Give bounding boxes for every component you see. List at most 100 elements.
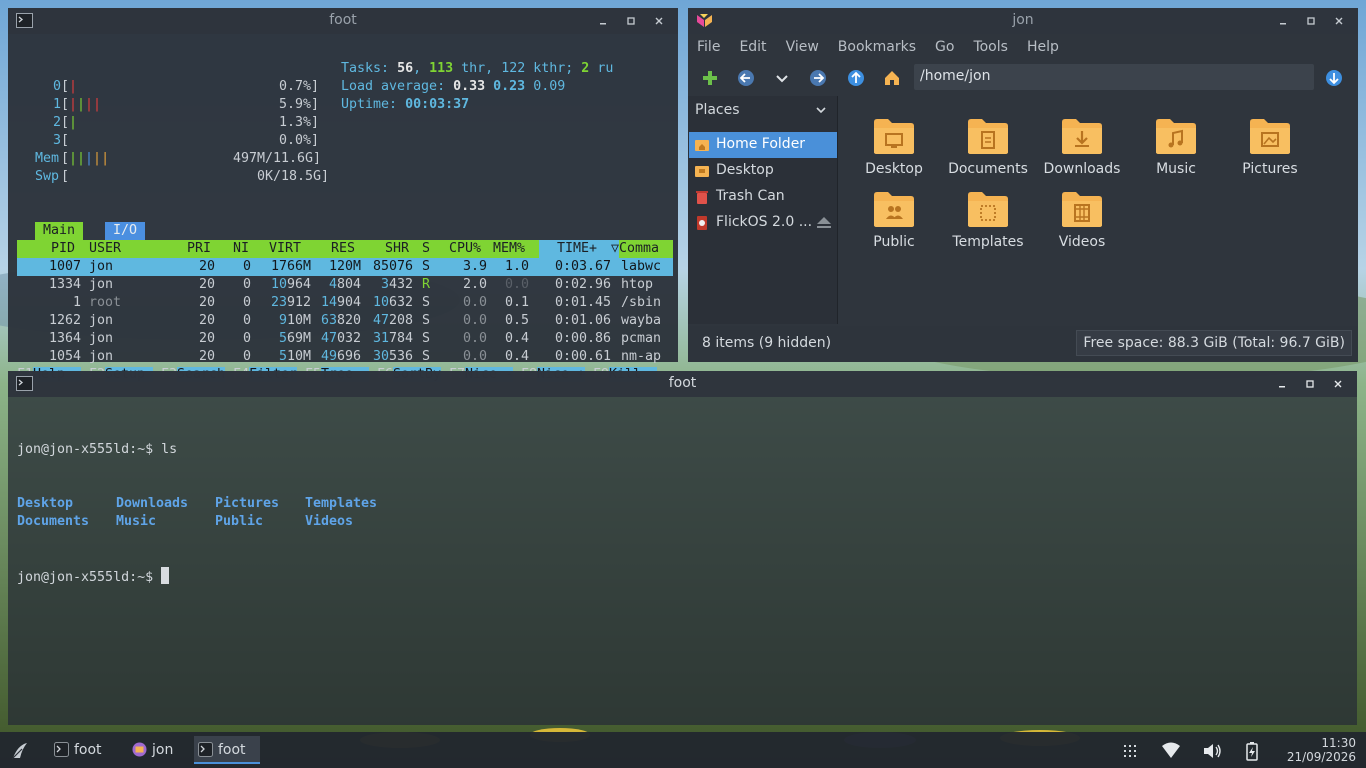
meter-bar: | (77, 151, 86, 166)
forward-button[interactable] (808, 68, 828, 88)
folder-public[interactable]: Public (847, 189, 941, 259)
close-button[interactable] (1328, 11, 1350, 31)
maximize-button[interactable] (620, 11, 642, 31)
col-cpu[interactable]: CPU% (449, 240, 481, 258)
col-mem[interactable]: MEM% (493, 240, 525, 258)
kthreads: 122 kthr; (501, 61, 574, 76)
taskbar-item-foot-1[interactable]: foot (50, 736, 116, 764)
sidebar-item-home[interactable]: Home Folder (689, 132, 837, 158)
col-state[interactable]: S (422, 240, 430, 258)
eject-icon[interactable] (815, 215, 833, 231)
minimize-button[interactable] (592, 11, 614, 31)
terminal-content[interactable]: jon@jon-x555ld:~$ ls Desktop Downloads Pic… (17, 405, 377, 621)
minimize-icon (600, 23, 606, 25)
folder-desktop[interactable]: Desktop (847, 116, 941, 186)
terminal-window[interactable]: foot jon@jon-x555ld:~$ ls Desktop Downloa… (8, 371, 1357, 725)
menu-view[interactable]: View (786, 39, 819, 60)
cpu-bars: | (69, 78, 77, 96)
minimize-button[interactable] (1272, 11, 1294, 31)
app-launcher-icon[interactable] (10, 741, 30, 761)
input-line[interactable]: jon@jon-x555ld:~$ (17, 567, 177, 585)
threads-count: 113 (429, 61, 454, 76)
menu-tools[interactable]: Tools (973, 39, 1008, 60)
col-time[interactable]: TIME+ (539, 240, 619, 258)
process-table-header[interactable]: PID USER PRI NI VIRT RES SHR S CPU% MEM%… (17, 240, 673, 258)
window-titlebar[interactable]: foot (8, 8, 678, 34)
pictures-folder-icon (1250, 119, 1290, 154)
parent-folder-button[interactable] (846, 68, 866, 88)
taskbar-item-jon[interactable]: jon (128, 736, 184, 764)
clock[interactable]: 11:30 21/09/2026 (1287, 736, 1356, 764)
process-row[interactable]: 1262 jon 20 0 910M 63820 47208 S 0.0 0.5 0:01.06 wa… (17, 312, 673, 330)
window-titlebar[interactable]: foot (8, 371, 1357, 397)
sidebar-item-trash[interactable]: Trash Can (689, 184, 837, 210)
app-grid-icon[interactable] (1120, 741, 1140, 761)
close-icon (1335, 17, 1343, 25)
maximize-icon (1307, 17, 1315, 25)
chevron-down-icon[interactable] (815, 104, 827, 116)
close-button[interactable] (1327, 374, 1349, 394)
folder-music[interactable]: Music (1129, 116, 1223, 186)
menu-file[interactable]: File (697, 39, 720, 60)
menu-bookmarks[interactable]: Bookmarks (838, 39, 916, 60)
process-row[interactable]: 1 root 20 0 23912 14904 10632 S 0.0 0.1 0:01.45/sb… (17, 294, 673, 312)
location-bar[interactable]: /home/jon (914, 64, 1314, 90)
col-command[interactable]: ▽Comma (611, 240, 659, 258)
folder-videos[interactable]: Videos (1035, 189, 1129, 259)
process-row[interactable]: 1364 jon 20 0 569M 47032 31784 S 0.0 0.4 0:00.86 pc… (17, 330, 673, 348)
htop-content[interactable]: 0[| 0.7%] 1[|||| 5.9%] 2[| 1.3%] 3[0.0%] Me… (17, 42, 673, 382)
home-button[interactable] (882, 68, 902, 88)
back-button[interactable] (736, 68, 756, 88)
volume-icon[interactable] (1202, 741, 1222, 761)
cell-pid: 1054 (48, 349, 81, 364)
ls-entry: Desktop (17, 496, 74, 511)
cell-pid: 1 (72, 295, 81, 310)
cell-shr: 30536 (372, 349, 413, 364)
col-res[interactable]: RES (331, 240, 355, 258)
file-manager-window[interactable]: jon File Edit View Bookmarks Go Tools He… (688, 8, 1358, 362)
col-user[interactable]: USER (89, 240, 121, 258)
sidebar-item-desktop[interactable]: Desktop (689, 158, 837, 184)
templates-folder-icon (968, 192, 1008, 227)
folder-templates[interactable]: Templates (941, 189, 1035, 259)
cell-cpu: 0.0 (462, 313, 487, 328)
process-row[interactable]: 1054 jon 20 0 510M 49696 30536 S 0.0 0.4 0:00.61 nm… (17, 348, 673, 366)
menu-help[interactable]: Help (1027, 39, 1059, 60)
menu-edit[interactable]: Edit (739, 39, 766, 60)
uptime-label: Uptime: (341, 97, 398, 112)
cpu-meter-3: 3[0.0%] (17, 114, 319, 148)
cell-time: 0:01.45 (554, 295, 611, 310)
cpu-meter-0: 0[| 0.7%] (17, 60, 319, 94)
battery-charging-icon[interactable] (1242, 741, 1262, 761)
close-button[interactable] (648, 11, 670, 31)
places-header[interactable]: Places (695, 102, 740, 118)
taskbar-item-foot-2[interactable]: foot (194, 736, 260, 764)
minimize-button[interactable] (1271, 374, 1293, 394)
history-dropdown-button[interactable] (772, 68, 792, 88)
sidebar-item-drive[interactable]: FlickOS 2.0 ... (689, 210, 837, 236)
desktop-folder-icon (874, 119, 914, 154)
col-shr[interactable]: SHR (385, 240, 409, 258)
process-row[interactable]: 1334 jon 20 0 10964 4804 3432 R 2.0 0.0 0:02.96 hto… (17, 276, 673, 294)
col-pri[interactable]: PRI (187, 240, 211, 258)
col-virt[interactable]: VIRT (269, 240, 301, 258)
tab-main[interactable]: Main (35, 222, 84, 240)
folder-documents[interactable]: Documents (941, 116, 1035, 186)
new-tab-button[interactable] (700, 68, 720, 88)
col-pid[interactable]: PID (51, 240, 75, 258)
maximize-button[interactable] (1299, 374, 1321, 394)
maximize-button[interactable] (1300, 11, 1322, 31)
tab-io[interactable]: I/O (105, 222, 146, 240)
tasks-summary: Tasks: 56, 113 thr, 122 kthr; 2 ru (341, 60, 613, 78)
window-titlebar[interactable]: jon (688, 8, 1358, 34)
htop-terminal-window[interactable]: foot 0[| 0.7%] 1[|||| 5.9%] 2[| 1.3%] 3[0.0… (8, 8, 678, 382)
cell-virt: 569M (278, 331, 311, 346)
wifi-icon[interactable] (1161, 741, 1181, 761)
folder-downloads[interactable]: Downloads (1035, 116, 1129, 186)
folder-pictures[interactable]: Pictures (1223, 116, 1317, 186)
go-button[interactable] (1324, 68, 1344, 88)
menu-go[interactable]: Go (935, 39, 954, 60)
process-row[interactable]: 1007 jon 20 0 1766M 120M 85076 S 3.9 1.0 0:03.67 la… (17, 258, 673, 276)
col-ni[interactable]: NI (233, 240, 249, 258)
home-icon (885, 71, 899, 85)
